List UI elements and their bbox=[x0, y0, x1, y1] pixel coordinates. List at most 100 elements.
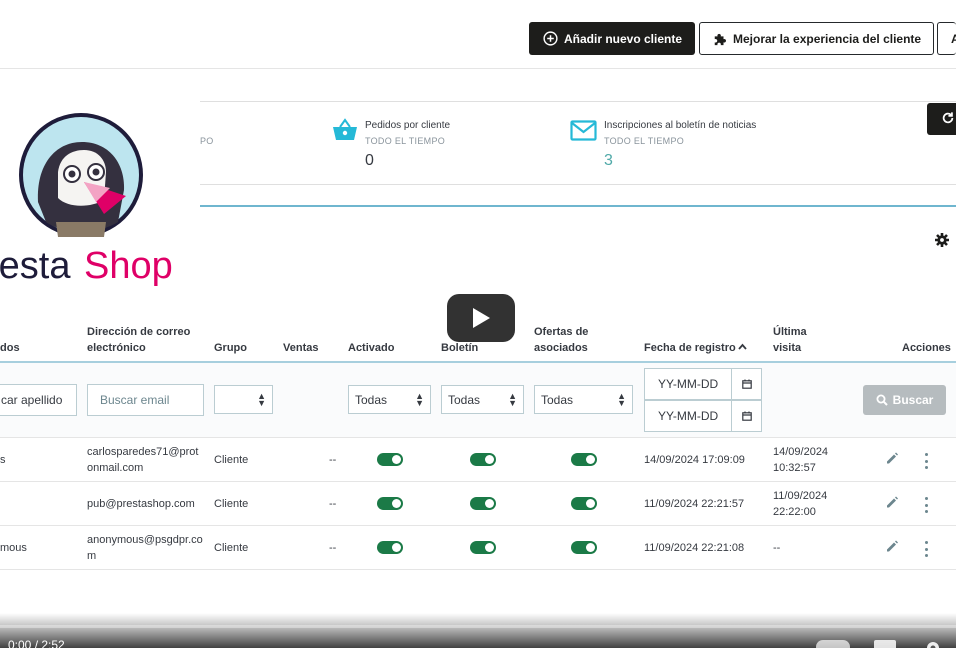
row-date-add: 11/09/2024 22:21:08 bbox=[644, 542, 745, 554]
col-newsletter-header[interactable]: Boletín bbox=[441, 340, 478, 356]
email-filter-placeholder: Buscar email bbox=[100, 393, 170, 407]
lastname-filter-input[interactable]: car apellido bbox=[0, 384, 77, 416]
more-header-button[interactable]: A bbox=[937, 22, 956, 55]
enabled-toggle[interactable] bbox=[377, 497, 403, 510]
video-progress-bar[interactable] bbox=[0, 625, 956, 628]
search-icon bbox=[876, 394, 888, 406]
lastname-filter-placeholder: car apellido bbox=[1, 393, 63, 407]
newsletter-filter-select[interactable]: Todas ▲ ▼ bbox=[441, 385, 524, 414]
kpi-1-subtitle: PO bbox=[200, 136, 214, 146]
video-time: 0:00 / 2:52 bbox=[8, 638, 65, 648]
page-root: Añadir nuevo cliente Mejorar la experien… bbox=[0, 0, 956, 648]
settings-gear-icon[interactable] bbox=[922, 637, 944, 648]
optin-toggle[interactable] bbox=[571, 541, 597, 554]
select-caret-icon: ▲ ▼ bbox=[508, 391, 517, 408]
more-actions-icon[interactable] bbox=[924, 541, 928, 557]
col-actions-header: Acciones bbox=[902, 342, 951, 354]
add-customer-label: Añadir nuevo cliente bbox=[564, 31, 683, 46]
puzzle-icon bbox=[713, 32, 727, 46]
more-header-label: A bbox=[951, 31, 956, 46]
row-sales: -- bbox=[329, 498, 337, 510]
logo-text-shop: Shop bbox=[84, 245, 173, 287]
add-customer-button[interactable]: Añadir nuevo cliente bbox=[529, 22, 696, 55]
optin-toggle[interactable] bbox=[571, 497, 597, 510]
col-sales-header[interactable]: Ventas bbox=[283, 340, 318, 356]
gear-icon[interactable] bbox=[934, 232, 950, 253]
table-row[interactable]: pub@prestashop.com Cliente -- 11/09/2024… bbox=[0, 482, 956, 526]
select-caret-icon: ▲ ▼ bbox=[415, 391, 424, 408]
search-button[interactable]: Buscar bbox=[863, 385, 946, 415]
kpi-row: PO Pedidos por cliente TODO EL TIEMPO 0 … bbox=[200, 101, 956, 185]
optin-filter-value: Todas bbox=[541, 392, 574, 407]
logo-text-presta: resta bbox=[0, 245, 71, 287]
date-from-placeholder: YY-MM-DD bbox=[658, 377, 719, 391]
col-group-header[interactable]: Grupo bbox=[214, 340, 247, 356]
row-lastname: mous bbox=[0, 542, 27, 554]
kpi-2-title: Pedidos por cliente bbox=[365, 120, 451, 131]
card-divider bbox=[200, 205, 956, 207]
envelope-icon bbox=[570, 120, 597, 146]
row-email: pub@prestashop.com bbox=[87, 498, 195, 510]
subtitles-icon[interactable] bbox=[874, 640, 896, 648]
col-date-header[interactable]: Fecha de registro bbox=[644, 340, 736, 356]
more-actions-icon[interactable] bbox=[924, 453, 928, 469]
select-caret-icon: ▲ ▼ bbox=[617, 391, 626, 408]
date-from-input[interactable]: YY-MM-DD bbox=[644, 368, 762, 400]
row-date-add: 14/09/2024 17:09:09 bbox=[644, 454, 745, 466]
date-to-placeholder: YY-MM-DD bbox=[658, 409, 719, 423]
edit-icon[interactable] bbox=[885, 495, 899, 512]
col-enabled-header[interactable]: Activado bbox=[348, 340, 394, 356]
select-caret-icon: ▲ ▼ bbox=[257, 391, 266, 408]
col-email-header[interactable]: Dirección de correo electrónico bbox=[87, 324, 197, 356]
refresh-kpi-button[interactable] bbox=[927, 103, 956, 135]
row-group: Cliente bbox=[214, 498, 249, 510]
edit-icon[interactable] bbox=[885, 539, 899, 556]
newsletter-filter-value: Todas bbox=[448, 392, 481, 407]
kpi-3-value: 3 bbox=[604, 152, 613, 169]
enabled-toggle[interactable] bbox=[377, 453, 403, 466]
sort-asc-icon[interactable] bbox=[738, 343, 747, 354]
play-icon bbox=[471, 307, 491, 329]
search-button-label: Buscar bbox=[892, 393, 934, 407]
date-to-input[interactable]: YY-MM-DD bbox=[644, 400, 762, 432]
kpi-2-subtitle: TODO EL TIEMPO bbox=[365, 136, 446, 146]
group-filter-select[interactable]: ▲ ▼ bbox=[214, 385, 273, 414]
edit-icon[interactable] bbox=[885, 451, 899, 468]
newsletter-toggle[interactable] bbox=[470, 453, 496, 466]
row-email: anonymous@psgdpr.com bbox=[87, 534, 203, 562]
optin-filter-select[interactable]: Todas ▲ ▼ bbox=[534, 385, 633, 414]
row-last-visit: 11/09/2024 22:22:00 bbox=[773, 490, 828, 518]
kpi-3-title: Inscripciones al boletín de noticias bbox=[604, 120, 757, 131]
page-header: Añadir nuevo cliente Mejorar la experien… bbox=[0, 0, 956, 69]
calendar-icon[interactable] bbox=[731, 401, 761, 431]
row-group: Cliente bbox=[214, 542, 249, 554]
optin-toggle[interactable] bbox=[571, 453, 597, 466]
row-lastname: s bbox=[0, 454, 6, 466]
row-last-visit: 14/09/2024 10:32:57 bbox=[773, 446, 829, 474]
email-filter-input[interactable]: Buscar email bbox=[87, 384, 204, 416]
enabled-filter-value: Todas bbox=[355, 392, 388, 407]
more-actions-icon[interactable] bbox=[924, 497, 928, 513]
col-lastvisit-header[interactable]: Última visita bbox=[773, 324, 813, 356]
plus-circle-icon bbox=[543, 31, 558, 46]
basket-icon bbox=[331, 118, 359, 147]
improve-experience-label: Mejorar la experiencia del cliente bbox=[733, 31, 922, 46]
calendar-icon[interactable] bbox=[731, 369, 761, 399]
autoplay-toggle[interactable] bbox=[816, 640, 850, 648]
table-row[interactable]: mous anonymous@psgdpr.com Cliente -- 11/… bbox=[0, 526, 956, 570]
col-lastname-header[interactable]: dos bbox=[0, 340, 20, 356]
col-optin-header[interactable]: Ofertas de asociados bbox=[534, 324, 604, 356]
row-email: carlosparedes71@protonmail.com bbox=[87, 446, 199, 474]
refresh-icon bbox=[941, 111, 955, 130]
newsletter-toggle[interactable] bbox=[470, 541, 496, 554]
row-sales: -- bbox=[329, 542, 337, 554]
table-row[interactable]: s carlosparedes71@protonmail.com Cliente… bbox=[0, 438, 956, 482]
kpi-2-value: 0 bbox=[365, 152, 374, 169]
newsletter-toggle[interactable] bbox=[470, 497, 496, 510]
enabled-filter-select[interactable]: Todas ▲ ▼ bbox=[348, 385, 431, 414]
video-controls-bar bbox=[0, 613, 956, 648]
row-group: Cliente bbox=[214, 454, 249, 466]
improve-experience-button[interactable]: Mejorar la experiencia del cliente bbox=[699, 22, 935, 55]
enabled-toggle[interactable] bbox=[377, 541, 403, 554]
video-play-button[interactable] bbox=[447, 294, 515, 342]
